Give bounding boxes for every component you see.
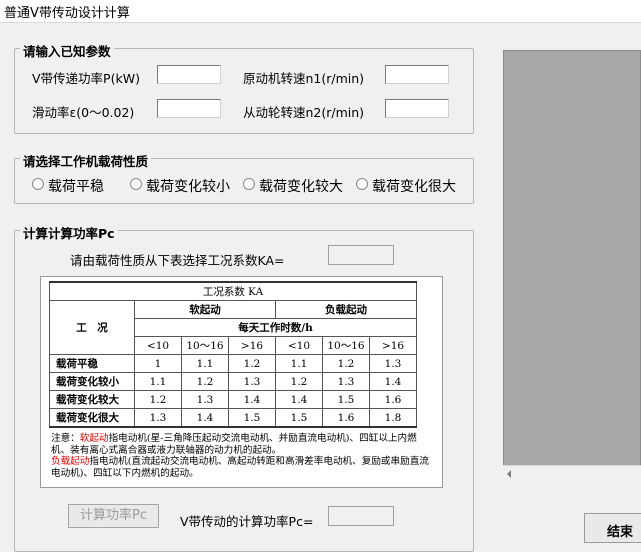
driven-speed-label: 从动轮转速n2(r/min)	[243, 105, 365, 120]
drawing-panel[interactable]	[503, 50, 641, 482]
row-name: 载荷变化较大	[49, 390, 135, 409]
table-row: 载荷变化较小 1.1 1.2 1.3 1.2 1.3 1.4	[49, 372, 417, 391]
cell: 1.6	[322, 408, 370, 428]
note-load-text: 指电动机(直流起动交流电动机、高起动转距和高滑差率电动机、复励或串励直流电动机)…	[51, 456, 429, 479]
load-start-header: 负载起动	[275, 300, 417, 319]
pc-label: V带传动的计算功率Pc=	[180, 514, 314, 529]
motor-speed-input[interactable]	[385, 65, 449, 84]
calc-power-legend: 计算计算功率Pc	[20, 223, 118, 242]
cell: 1.5	[228, 408, 276, 428]
slip-label: 滑动率ε(0～0.02)	[32, 105, 135, 120]
soft-start-header: 软起动	[134, 300, 276, 319]
cell: 1.3	[322, 372, 370, 391]
driven-speed-input[interactable]	[385, 99, 449, 118]
cell: 1.1	[181, 354, 229, 373]
cell: 1.2	[228, 354, 276, 373]
cell: 1.3	[134, 408, 182, 428]
cell: 1.4	[181, 408, 229, 428]
title-bar: 普通V带传动设计计算	[0, 0, 641, 23]
hour-col-1: 10～16	[181, 336, 229, 355]
hour-col-3: <10	[275, 336, 323, 355]
cell: 1.2	[275, 372, 323, 391]
calc-pc-button[interactable]: 计算功率Pc	[68, 504, 159, 528]
ka-table-note: 注意：软起动指电动机(星-三角降压起动交流电动机、并励直流电动机)、四缸以上内燃…	[51, 433, 435, 479]
cell: 1	[134, 354, 182, 373]
radio-load-steady[interactable]	[32, 178, 44, 190]
radio-load-very-large-variation[interactable]	[356, 178, 368, 190]
note-prefix: 注意：	[51, 433, 80, 444]
cell: 1.3	[228, 372, 276, 391]
cell: 1.5	[275, 408, 323, 428]
cell: 1.2	[134, 390, 182, 409]
end-button[interactable]: 结束	[584, 513, 641, 543]
hour-col-4: 10～16	[322, 336, 370, 355]
hour-col-0: <10	[134, 336, 182, 355]
window-title: 普通V带传动设计计算	[4, 6, 130, 21]
motor-speed-label: 原动机转速n1(r/min)	[243, 71, 365, 86]
cell: 1.2	[181, 372, 229, 391]
hours-header: 每天工作时数/h	[134, 318, 417, 337]
radio-load-small-variation[interactable]	[130, 178, 142, 190]
note-load-term: 负载起动	[51, 456, 90, 468]
cell: 1.6	[369, 390, 417, 409]
known-params-group	[14, 48, 474, 134]
power-input[interactable]	[157, 65, 221, 84]
hour-col-2: >16	[228, 336, 276, 355]
row-name: 载荷变化较小	[49, 372, 135, 391]
known-params-legend: 请输入已知参数	[20, 41, 114, 60]
hour-col-5: >16	[369, 336, 417, 355]
radio-load-steady-label[interactable]: 载荷平稳	[48, 176, 104, 196]
ka-input[interactable]	[328, 245, 394, 265]
radio-load-large-variation-label[interactable]: 载荷变化较大	[259, 176, 343, 196]
horizontal-scrollbar[interactable]	[503, 465, 641, 483]
cell: 1.1	[275, 354, 323, 373]
load-type-legend: 请选择工作机载荷性质	[20, 151, 152, 170]
table-row: 载荷平稳 1 1.1 1.2 1.1 1.2 1.3	[49, 354, 417, 373]
slip-input[interactable]	[157, 99, 221, 118]
power-label: V带传递功率P(kW)	[32, 71, 140, 86]
cell: 1.3	[369, 354, 417, 373]
radio-load-large-variation[interactable]	[243, 178, 255, 190]
table-row: 载荷变化很大 1.3 1.4 1.5 1.5 1.6 1.8	[49, 408, 417, 428]
cell: 1.8	[369, 408, 417, 428]
ka-table-title: 工况系数 KA	[49, 281, 417, 301]
cell: 1.3	[181, 390, 229, 409]
end-button-label: 结束	[607, 525, 634, 540]
cell: 1.4	[228, 390, 276, 409]
ka-table-image: 工况系数 KA 工 况 软起动 负载起动 每天工作时数/h <10 10～16 …	[40, 276, 443, 488]
cell: 1.4	[275, 390, 323, 409]
pc-output[interactable]	[328, 506, 394, 526]
row-name: 载荷平稳	[49, 354, 135, 373]
scroll-left-icon[interactable]	[507, 470, 511, 478]
ka-prompt-label: 请由载荷性质从下表选择工况系数KA=	[70, 253, 285, 268]
ka-table: 工况系数 KA 工 况 软起动 负载起动 每天工作时数/h <10 10～16 …	[49, 281, 417, 428]
radio-load-very-large-variation-label[interactable]: 载荷变化很大	[372, 176, 456, 196]
condition-header: 工 况	[49, 300, 135, 355]
radio-load-small-variation-label[interactable]: 载荷变化较小	[146, 176, 230, 196]
cell: 1.1	[134, 372, 182, 391]
cell: 1.4	[369, 372, 417, 391]
table-row: 载荷变化较大 1.2 1.3 1.4 1.4 1.5 1.6	[49, 390, 417, 409]
note-soft-term: 软起动	[79, 433, 109, 444]
cell: 1.2	[322, 354, 370, 373]
cell: 1.5	[322, 390, 370, 409]
row-name: 载荷变化很大	[49, 408, 135, 428]
